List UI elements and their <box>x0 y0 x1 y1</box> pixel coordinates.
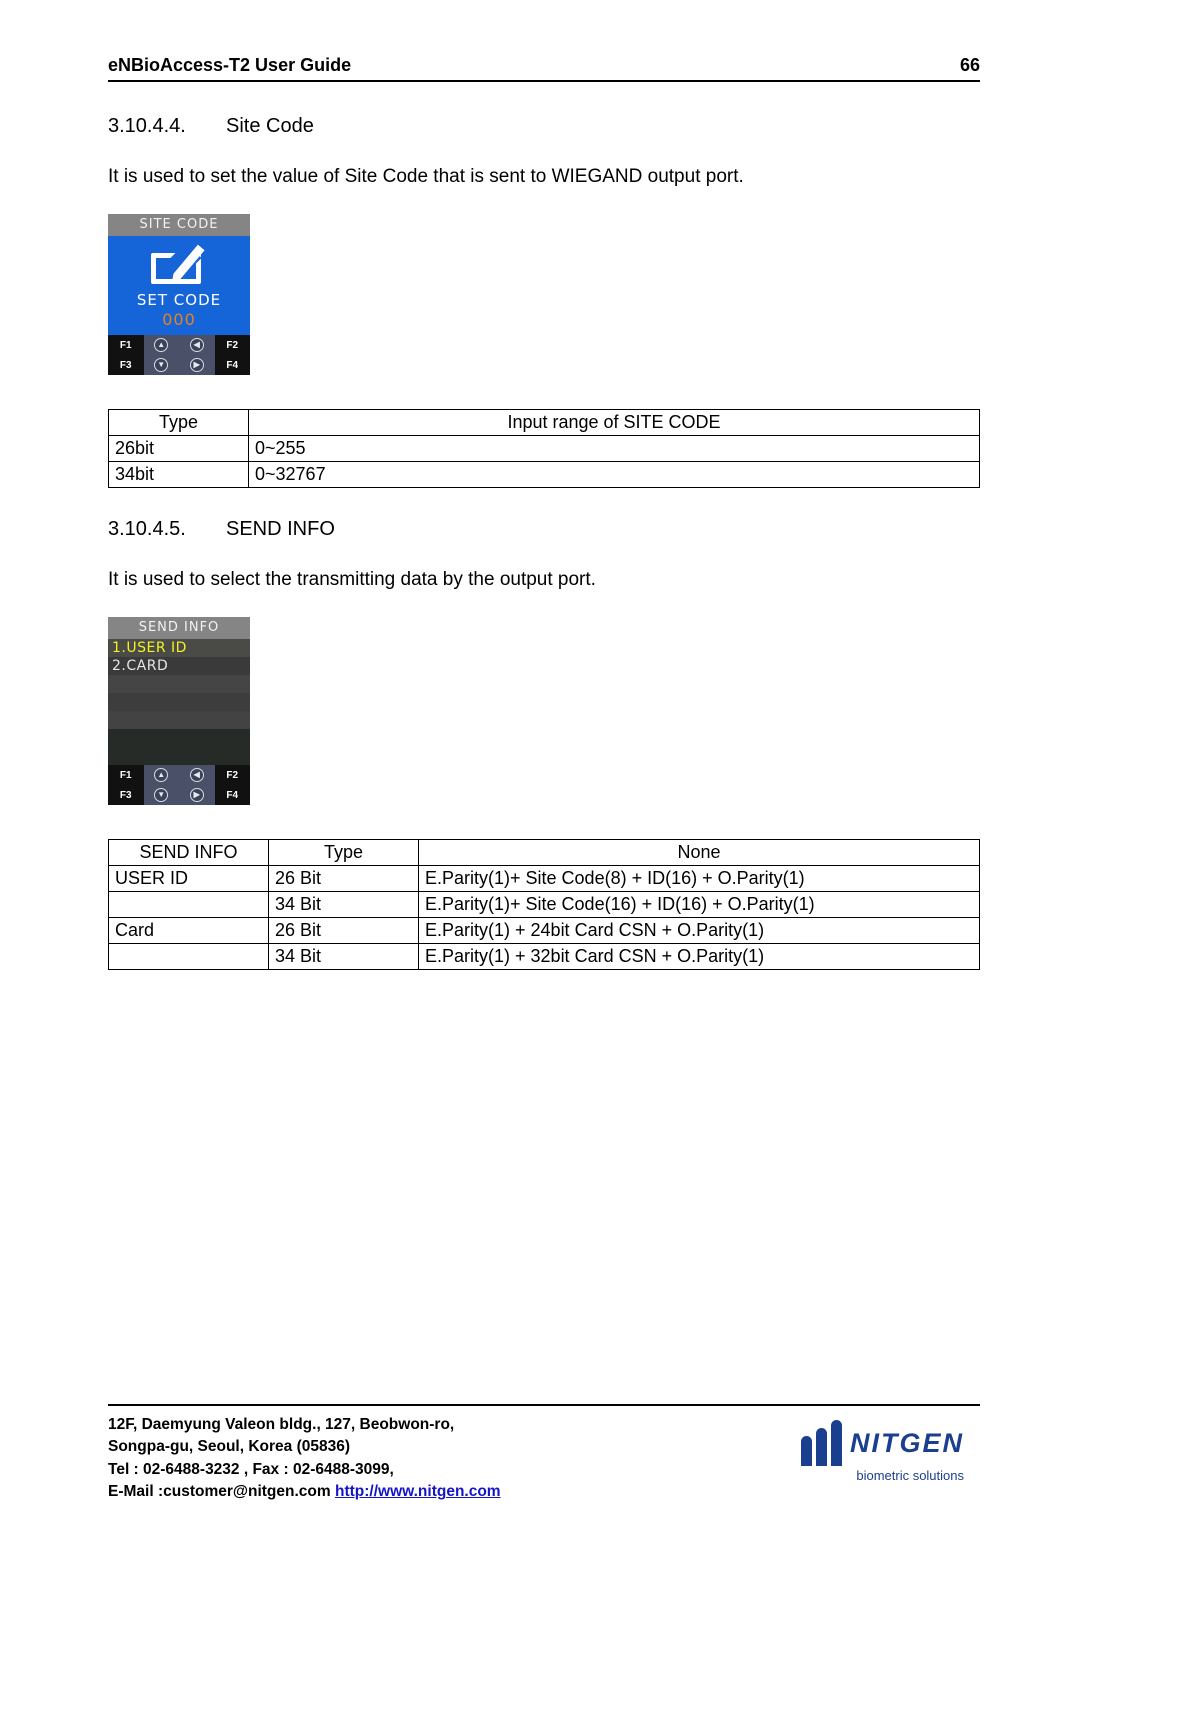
cell-type-34bit: 34bit <box>108 461 249 488</box>
section-number: 3.10.4.4. <box>108 115 186 137</box>
page-number: 66 <box>959 55 980 75</box>
table-row: USER ID 26 Bit E.Parity(1)+ Site Code(8)… <box>108 865 980 892</box>
left-arrow-icon[interactable]: ◀ <box>179 335 215 355</box>
cell-format: E.Parity(1) + 32bit Card CSN + O.Parity(… <box>418 943 980 970</box>
section-heading-site-code: 3.10.4.4. Site Code <box>108 115 980 138</box>
key-f4[interactable]: F4 <box>214 785 250 805</box>
key-f4[interactable]: F4 <box>214 355 250 375</box>
site-code-title-bar: SITE CODE <box>108 214 250 236</box>
cell-format: E.Parity(1)+ Site Code(8) + ID(16) + O.P… <box>418 865 980 892</box>
page-header: eNBioAccess-T2 User Guide 66 <box>108 55 980 82</box>
key-f1[interactable]: F1 <box>108 335 144 355</box>
footer-address-line-2: Songpa-gu, Seoul, Korea (05836) <box>108 1438 351 1456</box>
key-f2[interactable]: F2 <box>214 335 250 355</box>
page-content: 3.10.4.4. Site Code It is used to set th… <box>108 100 980 970</box>
send-info-keypad: F1 ▲ ◀ F2 F3 ▼ ▶ F4 <box>108 765 250 805</box>
cell-type: 34 Bit <box>268 891 419 918</box>
column-header-input-range: Input range of SITE CODE <box>248 409 980 436</box>
site-code-table: Type Input range of SITE CODE 26bit 0~25… <box>108 409 980 488</box>
site-code-value: 000 <box>162 309 196 329</box>
site-code-set-label: SET CODE <box>136 290 222 309</box>
footer-address: 12F, Daemyung Valeon bldg., 127, Beobwon… <box>108 1414 501 1504</box>
list-item-empty <box>108 711 250 729</box>
footer-website-link[interactable]: http://www.nitgen.com <box>335 1483 501 1500</box>
cell-send-info-empty <box>108 943 269 970</box>
keypad-row-top: F1 ▲ ◀ F2 <box>108 335 250 355</box>
down-arrow-icon[interactable]: ▼ <box>143 355 179 375</box>
right-arrow-icon[interactable]: ▶ <box>179 355 215 375</box>
site-code-screen: SET CODE 000 <box>108 236 250 335</box>
column-header-none: None <box>418 839 980 866</box>
section-title: Site Code <box>226 115 314 137</box>
section-paragraph-site-code: It is used to set the value of Site Code… <box>108 166 744 187</box>
list-item[interactable]: 1.USER ID <box>108 639 250 657</box>
section-heading-send-info: 3.10.4.5. SEND INFO <box>108 518 980 541</box>
table-row: 34bit 0~32767 <box>108 461 980 488</box>
right-arrow-icon[interactable]: ▶ <box>179 785 215 805</box>
cell-range-26bit: 0~255 <box>248 435 980 462</box>
send-info-table: SEND INFO Type None USER ID 26 Bit E.Par… <box>108 839 980 970</box>
cell-type: 34 Bit <box>268 943 419 970</box>
cell-send-info-empty <box>108 891 269 918</box>
nitgen-logo: NITGEN biometric solutions <box>800 1420 964 1483</box>
section-number: 3.10.4.5. <box>108 518 186 540</box>
keypad-row-top: F1 ▲ ◀ F2 <box>108 765 250 785</box>
send-info-title-bar: SEND INFO <box>108 617 250 639</box>
down-arrow-icon[interactable]: ▼ <box>143 785 179 805</box>
cell-type: 26 Bit <box>268 917 419 944</box>
site-code-keypad: F1 ▲ ◀ F2 F3 ▼ ▶ F4 <box>108 335 250 375</box>
logo-mark-icon <box>800 1420 842 1466</box>
list-item-empty <box>108 729 250 747</box>
table-header-row: SEND INFO Type None <box>108 839 980 866</box>
key-f2[interactable]: F2 <box>214 765 250 785</box>
send-info-device-screenshot: SEND INFO 1.USER ID 2.CARD F1 ▲ ◀ F2 F3 <box>108 617 250 805</box>
footer-address-line-3: Tel : 02-6488-3232 , Fax : 02-6488-3099, <box>108 1460 394 1478</box>
cell-send-info-card: Card <box>108 917 269 944</box>
footer-email: E-Mail :customer@nitgen.com <box>108 1483 331 1501</box>
logo-tagline: biometric solutions <box>856 1468 964 1483</box>
key-f3[interactable]: F3 <box>108 785 144 805</box>
cell-format: E.Parity(1)+ Site Code(16) + ID(16) + O.… <box>418 891 980 918</box>
key-f1[interactable]: F1 <box>108 765 144 785</box>
table-header-row: Type Input range of SITE CODE <box>108 409 980 436</box>
list-item-empty <box>108 675 250 693</box>
cell-type-26bit: 26bit <box>108 435 249 462</box>
up-arrow-icon[interactable]: ▲ <box>143 765 179 785</box>
section-title: SEND INFO <box>226 518 335 540</box>
logo-wordmark: NITGEN <box>849 1427 964 1458</box>
keypad-row-bottom: F3 ▼ ▶ F4 <box>108 355 250 375</box>
list-item-empty <box>108 693 250 711</box>
footer-address-line-1: 12F, Daemyung Valeon bldg., 127, Beobwon… <box>108 1416 455 1433</box>
section-paragraph-send-info: It is used to select the transmitting da… <box>108 569 596 590</box>
document-title: eNBioAccess-T2 User Guide <box>108 55 352 75</box>
cell-type: 26 Bit <box>268 865 419 892</box>
page-footer: 12F, Daemyung Valeon bldg., 127, Beobwon… <box>108 1404 980 1504</box>
edit-pencil-icon <box>149 241 209 285</box>
table-row: Card 26 Bit E.Parity(1) + 24bit Card CSN… <box>108 917 980 944</box>
send-info-list: 1.USER ID 2.CARD <box>108 639 250 765</box>
key-f3[interactable]: F3 <box>108 355 144 375</box>
cell-format: E.Parity(1) + 24bit Card CSN + O.Parity(… <box>418 917 980 944</box>
column-header-type: Type <box>108 409 249 436</box>
document-page: eNBioAccess-T2 User Guide 66 3.10.4.4. S… <box>0 0 1197 1710</box>
column-header-type: Type <box>268 839 419 866</box>
keypad-row-bottom: F3 ▼ ▶ F4 <box>108 785 250 805</box>
column-header-send-info: SEND INFO <box>108 839 269 866</box>
up-arrow-icon[interactable]: ▲ <box>143 335 179 355</box>
cell-range-34bit: 0~32767 <box>248 461 980 488</box>
site-code-device-screenshot: SITE CODE SET CODE 000 F1 ▲ ◀ F2 F3 ▼ ▶ … <box>108 214 250 375</box>
table-row: 34 Bit E.Parity(1) + 32bit Card CSN + O.… <box>108 943 980 970</box>
table-row: 26bit 0~255 <box>108 435 980 462</box>
table-row: 34 Bit E.Parity(1)+ Site Code(16) + ID(1… <box>108 891 980 918</box>
list-item-empty <box>108 747 250 765</box>
list-item[interactable]: 2.CARD <box>108 657 250 675</box>
cell-send-info-user-id: USER ID <box>108 865 269 892</box>
left-arrow-icon[interactable]: ◀ <box>179 765 215 785</box>
